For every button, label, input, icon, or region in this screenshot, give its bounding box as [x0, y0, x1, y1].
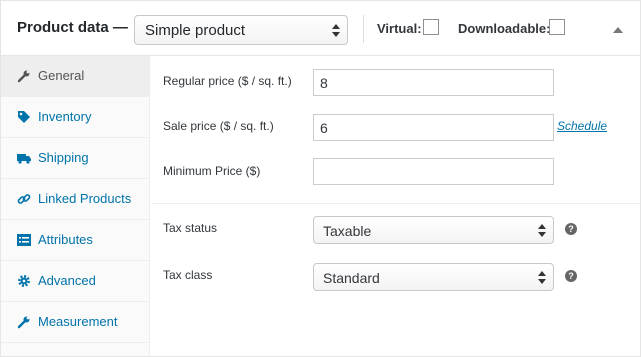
tab-attributes-label: Attributes — [38, 232, 93, 247]
wrench-icon — [17, 70, 30, 83]
tax-status-select[interactable]: Taxable — [313, 216, 554, 244]
tab-general[interactable]: General — [1, 56, 150, 97]
panel-title: Product data — — [17, 19, 128, 36]
panel-header: Product data — Simple product Virtual: D… — [1, 1, 640, 56]
tax-class-value: Standard — [323, 270, 380, 286]
minimum-price-input[interactable] — [313, 158, 554, 185]
tab-inventory-label: Inventory — [38, 109, 92, 124]
downloadable-label: Downloadable: — [458, 21, 551, 36]
minimum-price-label: Minimum Price ($) — [163, 164, 261, 178]
schedule-link[interactable]: Schedule — [557, 119, 607, 133]
select-arrows-icon — [538, 271, 546, 284]
select-arrows-icon — [332, 24, 340, 37]
product-type-select[interactable]: Simple product — [134, 15, 348, 45]
tab-inventory[interactable]: Inventory — [1, 97, 150, 138]
product-data-panel: Product data — Simple product Virtual: D… — [0, 0, 641, 357]
tab-shipping[interactable]: Shipping — [1, 138, 150, 179]
tax-class-select[interactable]: Standard — [313, 263, 554, 291]
gear-icon — [18, 275, 30, 287]
tax-status-value: Taxable — [323, 223, 372, 239]
tax-class-help-icon[interactable]: ? — [565, 270, 577, 282]
product-type-value: Simple product — [145, 22, 246, 39]
tab-advanced-label: Advanced — [38, 273, 96, 288]
section-divider — [151, 203, 640, 204]
tab-measurement-label: Measurement — [38, 314, 118, 329]
header-divider — [363, 15, 364, 43]
collapse-toggle-icon[interactable] — [613, 27, 623, 33]
tax-status-label: Tax status — [163, 221, 218, 235]
virtual-label: Virtual: — [377, 21, 422, 36]
select-arrows-icon — [538, 224, 546, 237]
tab-linked-products[interactable]: Linked Products — [1, 179, 150, 220]
list-icon — [17, 234, 31, 246]
tax-status-help-icon[interactable]: ? — [565, 223, 577, 235]
tax-class-label: Tax class — [163, 268, 213, 282]
tab-general-label: General — [38, 68, 85, 83]
product-data-tabs: General Inventory Shipping Linked Produc… — [1, 56, 150, 356]
virtual-checkbox[interactable] — [423, 19, 439, 35]
tag-icon — [18, 111, 30, 123]
link-icon — [17, 194, 31, 204]
sale-price-input[interactable]: 6 — [313, 114, 554, 141]
wrench-icon — [17, 316, 30, 329]
regular-price-input[interactable]: 8 — [313, 69, 554, 96]
sale-price-label: Sale price ($ / sq. ft.) — [163, 119, 274, 133]
tab-shipping-label: Shipping — [38, 150, 89, 165]
downloadable-checkbox[interactable] — [549, 19, 565, 35]
truck-icon — [17, 154, 31, 164]
tab-measurement[interactable]: Measurement — [1, 302, 150, 343]
tab-attributes[interactable]: Attributes — [1, 220, 150, 261]
tab-linked-products-label: Linked Products — [38, 191, 132, 206]
regular-price-label: Regular price ($ / sq. ft.) — [163, 74, 292, 88]
tab-advanced[interactable]: Advanced — [1, 261, 150, 302]
